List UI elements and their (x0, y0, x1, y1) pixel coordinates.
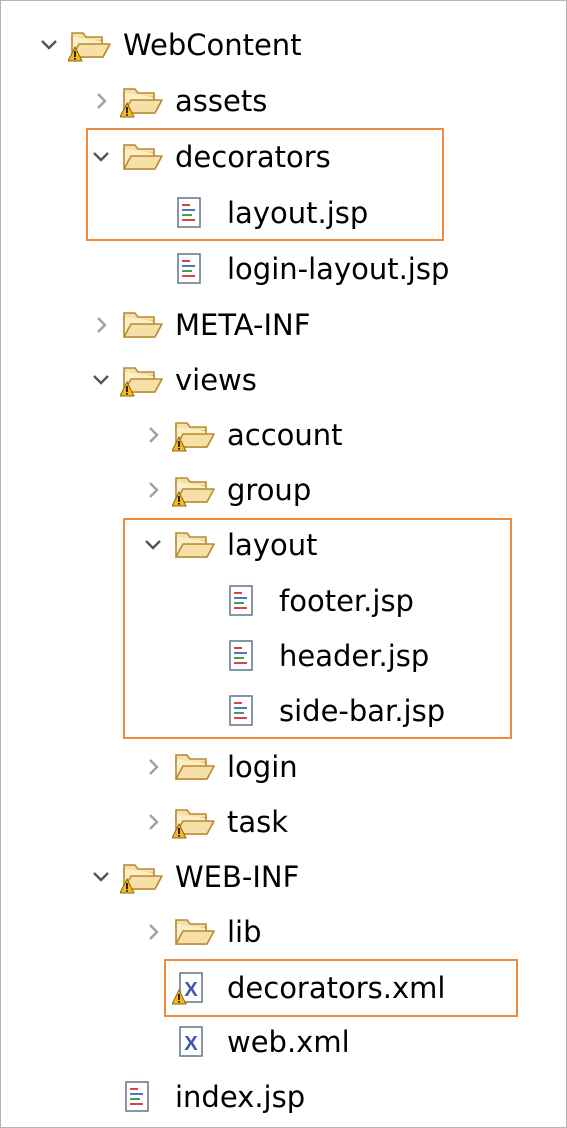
tree-item-task[interactable]: task (142, 796, 288, 848)
tree-item-label: header.jsp (279, 639, 430, 673)
tree-item-layout-jsp[interactable]: layout.jsp (142, 187, 368, 239)
chevron-down-icon[interactable] (142, 534, 164, 556)
jsp-file-icon (120, 1077, 164, 1117)
folder-open-icon (120, 305, 164, 345)
xml-file-icon: X (172, 968, 216, 1008)
tree-item-web-xml[interactable]: X web.xml (142, 1016, 350, 1068)
folder-open-icon (172, 802, 216, 842)
jsp-file-icon (224, 581, 268, 621)
tree-item-label: lib (227, 915, 262, 949)
tree-item-footer-jsp[interactable]: footer.jsp (194, 575, 414, 627)
tree-item-label: decorators (175, 140, 331, 174)
tree-item-label: web.xml (227, 1025, 350, 1059)
tree-item-account[interactable]: account (142, 409, 343, 461)
tree-item-label: account (227, 418, 343, 452)
tree-item-label: assets (175, 84, 268, 118)
chevron-down-icon[interactable] (90, 866, 112, 888)
folder-open-icon (120, 137, 164, 177)
tree-item-meta-inf[interactable]: META-INF (90, 299, 310, 351)
tree-item-decorators-xml[interactable]: X decorators.xml (142, 962, 445, 1014)
tree-item-label: login (227, 750, 298, 784)
jsp-file-icon (172, 249, 216, 289)
tree-item-decorators[interactable]: decorators (90, 131, 331, 183)
tree-item-side-bar-jsp[interactable]: side-bar.jsp (194, 685, 445, 737)
tree-item-web-inf[interactable]: WEB-INF (90, 851, 299, 903)
svg-text:X: X (184, 979, 198, 1001)
tree-item-label: META-INF (175, 308, 311, 342)
chevron-down-icon[interactable] (90, 369, 112, 391)
chevron-down-icon[interactable] (90, 146, 112, 168)
xml-file-icon: X (172, 1022, 216, 1062)
jsp-file-icon (224, 636, 268, 676)
folder-open-icon (120, 360, 164, 400)
tree-item-label: views (175, 363, 257, 397)
tree-item-label: layout.jsp (227, 196, 369, 230)
folder-open-icon (172, 747, 216, 787)
chevron-right-icon[interactable] (90, 314, 112, 336)
folder-open-icon (172, 415, 216, 455)
tree-item-label: index.jsp (175, 1080, 306, 1114)
folder-open-icon (172, 525, 216, 565)
folder-open-icon (68, 25, 112, 65)
tree-item-label: footer.jsp (279, 584, 414, 618)
tree-item-assets[interactable]: assets (90, 75, 267, 127)
tree-item-login-layout-jsp[interactable]: login-layout.jsp (142, 243, 449, 295)
chevron-right-icon[interactable] (142, 921, 164, 943)
chevron-right-icon[interactable] (90, 90, 112, 112)
folder-open-icon (120, 81, 164, 121)
tree-item-label: task (227, 805, 289, 839)
chevron-right-icon[interactable] (142, 756, 164, 778)
tree-item-label: side-bar.jsp (279, 694, 446, 728)
jsp-file-icon (224, 691, 268, 731)
folder-open-icon (172, 470, 216, 510)
tree-item-login[interactable]: login (142, 741, 298, 793)
chevron-right-icon[interactable] (142, 424, 164, 446)
tree-item-index-jsp[interactable]: index.jsp (90, 1071, 305, 1123)
folder-open-icon (120, 857, 164, 897)
jsp-file-icon (172, 193, 216, 233)
folder-open-icon (172, 912, 216, 952)
tree-item-group[interactable]: group (142, 464, 311, 516)
tree-item-label: layout (227, 528, 318, 562)
tree-item-label: decorators.xml (227, 971, 446, 1005)
chevron-right-icon[interactable] (142, 811, 164, 833)
tree-item-label: WebContent (123, 28, 302, 62)
tree-item-layout[interactable]: layout (142, 519, 317, 571)
svg-text:X: X (184, 1033, 198, 1055)
tree-item-views[interactable]: views (90, 354, 257, 406)
tree-item-header-jsp[interactable]: header.jsp (194, 630, 429, 682)
project-tree: WebContent assets decorators layout.jsp … (0, 0, 567, 1128)
chevron-right-icon[interactable] (142, 479, 164, 501)
tree-item-webcontent[interactable]: WebContent (38, 19, 302, 71)
tree-item-label: login-layout.jsp (227, 252, 450, 286)
tree-item-lib[interactable]: lib (142, 906, 262, 958)
tree-item-label: group (227, 473, 312, 507)
chevron-down-icon[interactable] (38, 34, 60, 56)
tree-item-label: WEB-INF (175, 860, 300, 894)
